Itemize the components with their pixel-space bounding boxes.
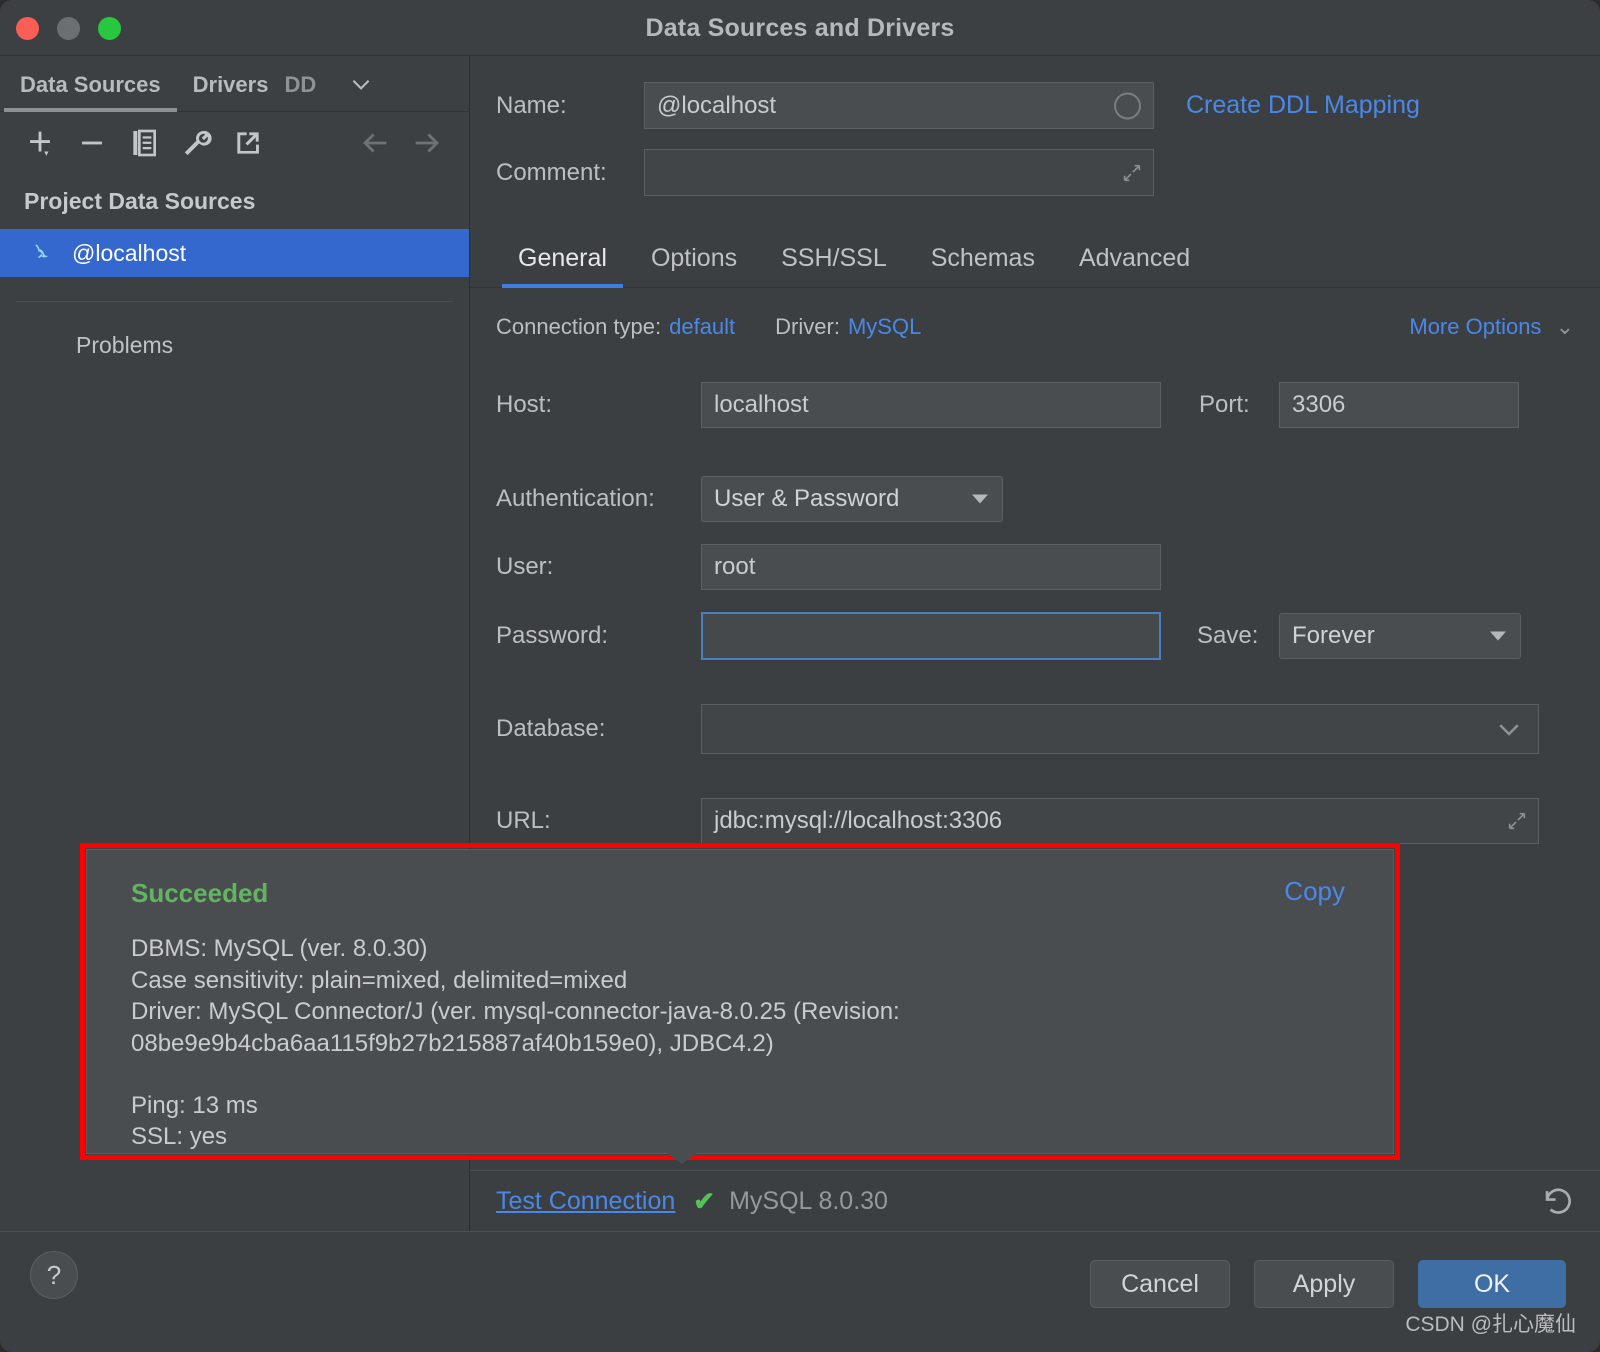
dialog-buttons: Cancel Apply OK: [1090, 1260, 1566, 1308]
user-input-value: root: [714, 553, 756, 580]
more-options-label: More Options: [1409, 314, 1542, 339]
comment-label: Comment:: [496, 158, 607, 186]
host-label: Host:: [496, 391, 553, 418]
sidebar-tab-drivers[interactable]: Drivers: [177, 56, 285, 112]
identity-form: Name: @localhost Create DDL Mapping Comm…: [470, 56, 1600, 196]
database-input[interactable]: [701, 704, 1539, 754]
popup-content: Succeeded Copy DBMS: MySQL (ver. 8.0.30)…: [87, 850, 1393, 1153]
driver-label: Driver:: [775, 314, 840, 339]
port-input[interactable]: 3306: [1279, 382, 1519, 428]
connection-type-label: Connection type:: [496, 314, 662, 339]
ok-button[interactable]: OK: [1418, 1260, 1566, 1308]
connection-type-row: Connection type: default Driver: MySQL M…: [470, 314, 1600, 340]
name-input[interactable]: @localhost: [644, 82, 1154, 129]
remove-data-source-button[interactable]: [66, 119, 118, 167]
tab-schemas[interactable]: Schemas: [909, 236, 1057, 287]
chevron-down-icon[interactable]: [348, 56, 374, 112]
popup-arrow: [660, 1148, 704, 1164]
name-row: Name: @localhost Create DDL Mapping: [496, 82, 1600, 129]
url-label: URL:: [496, 807, 551, 834]
host-input-value: localhost: [714, 391, 809, 418]
properties-wrench-button[interactable]: [170, 119, 222, 167]
create-ddl-mapping-link[interactable]: Create DDL Mapping: [1186, 91, 1420, 120]
name-input-value: @localhost: [657, 91, 777, 119]
url-input[interactable]: jdbc:mysql://localhost:3306: [701, 798, 1539, 844]
save-label: Save:: [1197, 622, 1259, 649]
chevron-down-icon[interactable]: [1494, 714, 1524, 744]
database-row: Database:: [470, 704, 1600, 754]
dialog-footer: ? Cancel Apply OK CSDN @扎心魔仙: [0, 1231, 1600, 1352]
add-data-source-button[interactable]: [14, 119, 66, 167]
window-title: Data Sources and Drivers: [645, 14, 955, 42]
check-mark-icon: ✔: [693, 1185, 716, 1216]
host-row: Host: localhost Port: 3306: [470, 382, 1600, 428]
more-options-link[interactable]: More Options ⌄: [1409, 314, 1574, 340]
password-input[interactable]: [701, 612, 1161, 660]
help-button[interactable]: ?: [30, 1251, 78, 1299]
sidebar-tab-data-sources[interactable]: Data Sources: [4, 56, 177, 112]
popup-details-secondary: Ping: 13 ms SSL: yes: [131, 1091, 258, 1151]
driver-value[interactable]: MySQL: [848, 314, 921, 340]
user-label: User:: [496, 553, 554, 580]
forward-button[interactable]: [401, 119, 453, 167]
test-connection-result-popup: Succeeded Copy DBMS: MySQL (ver. 8.0.30)…: [86, 849, 1394, 1154]
apply-button[interactable]: Apply: [1254, 1260, 1394, 1308]
tab-ssh-ssl[interactable]: SSH/SSL: [759, 236, 909, 287]
data-sources-dialog: Data Sources and Drivers Data Sources Dr…: [0, 0, 1600, 1352]
authentication-select[interactable]: User & Password: [701, 476, 1003, 522]
chevron-down-icon: [972, 494, 988, 504]
user-input[interactable]: root: [701, 544, 1161, 590]
tab-advanced[interactable]: Advanced: [1057, 236, 1212, 287]
save-value: Forever: [1292, 622, 1375, 649]
status-badge: Succeeded: [131, 878, 269, 908]
revert-arrow-icon[interactable]: [1540, 1184, 1574, 1218]
test-connection-link[interactable]: Test Connection: [496, 1187, 675, 1216]
sidebar-section-title: Project Data Sources: [24, 188, 256, 214]
save-select[interactable]: Forever: [1279, 613, 1521, 659]
cancel-button[interactable]: Cancel: [1090, 1260, 1230, 1308]
port-label: Port:: [1199, 391, 1250, 418]
chevron-down-icon: [1490, 631, 1506, 641]
test-connection-bar: Test Connection ✔ MySQL 8.0.30: [470, 1170, 1600, 1231]
mysql-dolphin-icon: [30, 239, 58, 267]
duplicate-data-source-button[interactable]: [118, 119, 170, 167]
sidebar-tab-ddl[interactable]: DD: [284, 56, 340, 112]
authentication-value: User & Password: [714, 485, 900, 512]
user-row: User: root: [470, 544, 1600, 590]
comment-row: Comment:: [496, 149, 1600, 196]
expand-editor-icon[interactable]: [1506, 810, 1528, 832]
database-label: Database:: [496, 715, 606, 742]
url-input-value: jdbc:mysql://localhost:3306: [714, 807, 1003, 834]
back-button[interactable]: [349, 119, 401, 167]
sidebar-item-localhost[interactable]: @localhost: [0, 229, 469, 277]
title-bar: Data Sources and Drivers: [0, 0, 1600, 56]
sidebar-toolbar: [0, 112, 469, 174]
port-input-value: 3306: [1292, 391, 1346, 418]
color-swatch-icon[interactable]: [1114, 92, 1141, 119]
watermark: CSDN @扎心魔仙: [1405, 1313, 1576, 1336]
sidebar-tabs: Data Sources Drivers DD: [0, 56, 469, 112]
host-input[interactable]: localhost: [701, 382, 1161, 428]
tab-general[interactable]: General: [496, 236, 629, 288]
name-label: Name:: [496, 91, 567, 119]
tab-options[interactable]: Options: [629, 236, 759, 287]
popup-details: DBMS: MySQL (ver. 8.0.30) Case sensitivi…: [131, 935, 900, 1058]
connection-type-value[interactable]: default: [669, 314, 735, 340]
comment-input[interactable]: [644, 149, 1154, 196]
export-button[interactable]: [222, 119, 274, 167]
expand-editor-icon[interactable]: [1121, 162, 1143, 184]
driver-version-text: MySQL 8.0.30: [729, 1186, 888, 1215]
password-row: Password: Save: Forever: [470, 612, 1600, 660]
authentication-label: Authentication:: [496, 485, 655, 512]
chevron-down-icon: ⌄: [1555, 314, 1574, 339]
copy-link[interactable]: Copy: [1284, 876, 1345, 907]
sidebar-item-label: @localhost: [72, 239, 187, 266]
url-row: URL: jdbc:mysql://localhost:3306: [470, 798, 1600, 844]
settings-tabs: General Options SSH/SSL Schemas Advanced: [470, 236, 1600, 288]
password-label: Password:: [496, 622, 609, 649]
sidebar-problems-label[interactable]: Problems: [0, 302, 469, 359]
authentication-row: Authentication: User & Password: [470, 476, 1600, 522]
